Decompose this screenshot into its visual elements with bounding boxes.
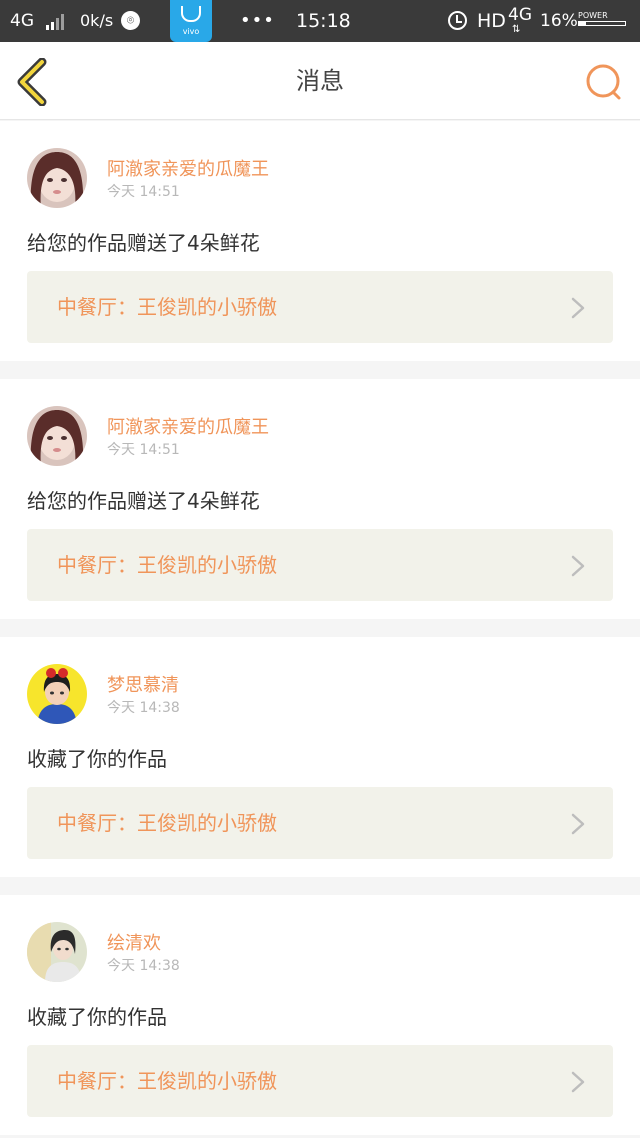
chevron-right-icon [571, 297, 585, 319]
app-badge-label: vivo [182, 27, 200, 36]
search-icon[interactable] [584, 62, 624, 102]
signal-icon [46, 14, 68, 30]
list-item: 绘清欢 今天 14:38 收藏了你的作品 中餐厅：王俊凯的小骄傲 [0, 895, 640, 1135]
user-name[interactable]: 阿澈家亲爱的瓜魔王 [107, 155, 269, 181]
list-item: 阿澈家亲爱的瓜魔王 今天 14:51 给您的作品赠送了4朵鲜花 中餐厅：王俊凯的… [0, 379, 640, 619]
avatar[interactable] [27, 406, 87, 466]
chevron-left-icon[interactable] [14, 58, 54, 106]
chevron-right-icon [571, 813, 585, 835]
hd-indicator: HD [477, 10, 506, 32]
status-bar: 4G 0k/s ⌾ vivo ••• 15:18 HD 4G ⇅ 16% POW… [0, 0, 640, 42]
app-store-icon: vivo [170, 0, 212, 42]
message-text: 给您的作品赠送了4朵鲜花 [27, 489, 260, 513]
message-time: 今天 14:38 [107, 958, 180, 974]
chevron-right-icon [571, 555, 585, 577]
user-name[interactable]: 梦思慕清 [107, 671, 179, 697]
message-time: 今天 14:38 [107, 700, 180, 716]
work-link[interactable]: 中餐厅：王俊凯的小骄傲 [27, 529, 613, 601]
avatar[interactable] [27, 148, 87, 208]
message-time: 今天 14:51 [107, 442, 180, 458]
network-speed: 0k/s [80, 11, 114, 30]
work-link[interactable]: 中餐厅：王俊凯的小骄傲 [27, 787, 613, 859]
more-notifications-icon: ••• [240, 10, 275, 31]
work-link[interactable]: 中餐厅：王俊凯的小骄傲 [27, 271, 613, 343]
message-time: 今天 14:51 [107, 184, 180, 200]
user-name[interactable]: 阿澈家亲爱的瓜魔王 [107, 413, 269, 439]
alarm-icon [448, 11, 467, 30]
work-title: 中餐厅：王俊凯的小骄傲 [57, 811, 277, 835]
list-item: 阿澈家亲爱的瓜魔王 今天 14:51 给您的作品赠送了4朵鲜花 中餐厅：王俊凯的… [0, 121, 640, 361]
network-type: 4G [10, 11, 34, 31]
message-text: 给您的作品赠送了4朵鲜花 [27, 231, 260, 255]
message-text: 收藏了你的作品 [27, 1005, 167, 1029]
work-title: 中餐厅：王俊凯的小骄傲 [57, 295, 277, 319]
avatar[interactable] [27, 664, 87, 724]
user-name[interactable]: 绘清欢 [107, 929, 161, 955]
battery-icon: POWER [578, 12, 628, 28]
clock: 15:18 [296, 10, 351, 32]
battery-percent: 16% [540, 11, 578, 31]
work-title: 中餐厅：王俊凯的小骄傲 [57, 553, 277, 577]
list-item: 梦思慕清 今天 14:38 收藏了你的作品 中餐厅：王俊凯的小骄傲 [0, 637, 640, 877]
vpn-icon: ⌾ [121, 11, 140, 30]
chevron-right-icon [571, 1071, 585, 1093]
power-label: POWER [578, 11, 608, 20]
nav-bar: 消息 [0, 42, 640, 120]
message-text: 收藏了你的作品 [27, 747, 167, 771]
work-title: 中餐厅：王俊凯的小骄傲 [57, 1069, 277, 1093]
page-title: 消息 [296, 67, 344, 95]
work-link[interactable]: 中餐厅：王俊凯的小骄傲 [27, 1045, 613, 1117]
avatar[interactable] [27, 922, 87, 982]
data-activity-icon: ⇅ [512, 24, 521, 35]
